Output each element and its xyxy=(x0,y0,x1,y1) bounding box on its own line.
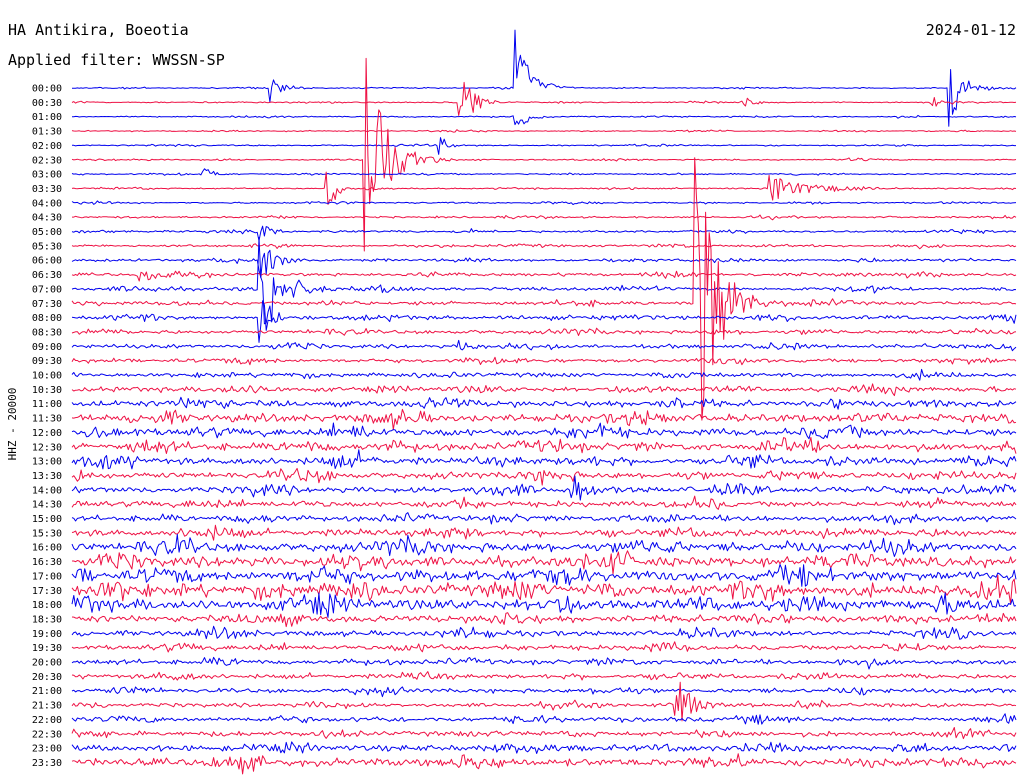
time-tick-label: 16:00 xyxy=(32,543,62,554)
time-tick-label: 11:30 xyxy=(32,414,62,425)
time-tick-label: 12:00 xyxy=(32,428,62,439)
time-tick-label: 13:30 xyxy=(32,471,62,482)
time-tick-label: 21:30 xyxy=(32,701,62,712)
time-tick-label: 08:30 xyxy=(32,327,62,338)
time-tick-label: 00:00 xyxy=(32,84,62,95)
time-tick-label: 23:30 xyxy=(32,758,62,769)
time-tick-label: 20:00 xyxy=(32,658,62,669)
time-tick-label: 20:30 xyxy=(32,672,62,683)
time-tick-label: 15:00 xyxy=(32,514,62,525)
time-tick-label: 12:30 xyxy=(32,442,62,453)
time-tick-label: 23:00 xyxy=(32,744,62,755)
channel-axis-label: HHZ - 20000 xyxy=(6,388,19,461)
time-tick-label: 02:00 xyxy=(32,141,62,152)
time-tick-label: 02:30 xyxy=(32,155,62,166)
time-tick-label: 14:30 xyxy=(32,500,62,511)
time-tick-label: 14:00 xyxy=(32,485,62,496)
time-tick-label: 03:30 xyxy=(32,184,62,195)
time-tick-label: 18:00 xyxy=(32,600,62,611)
time-tick-label: 11:00 xyxy=(32,399,62,410)
time-tick-label: 22:00 xyxy=(32,715,62,726)
time-tick-label: 17:30 xyxy=(32,586,62,597)
station-title: HA Antikira, Boeotia xyxy=(8,21,189,39)
time-tick-label: 21:00 xyxy=(32,686,62,697)
time-tick-label: 09:30 xyxy=(32,356,62,367)
time-tick-label: 10:30 xyxy=(32,385,62,396)
time-tick-label: 07:00 xyxy=(32,284,62,295)
time-tick-label: 08:00 xyxy=(32,313,62,324)
time-tick-label: 01:30 xyxy=(32,127,62,138)
time-tick-label: 00:30 xyxy=(32,98,62,109)
time-tick-label: 15:30 xyxy=(32,528,62,539)
time-tick-label: 18:30 xyxy=(32,614,62,625)
time-tick-label: 17:00 xyxy=(32,571,62,582)
time-tick-label: 04:00 xyxy=(32,198,62,209)
date-label: 2024-01-12 xyxy=(926,21,1016,39)
time-tick-label: 19:30 xyxy=(32,643,62,654)
time-tick-label: 06:00 xyxy=(32,256,62,267)
time-tick-label: 07:30 xyxy=(32,299,62,310)
time-tick-label: 19:00 xyxy=(32,629,62,640)
time-tick-label: 01:00 xyxy=(32,112,62,123)
filter-label: Applied filter: WWSSN-SP xyxy=(8,51,225,69)
time-tick-label: 10:00 xyxy=(32,371,62,382)
time-tick-label: 13:00 xyxy=(32,457,62,468)
helicorder-plot: HA Antikira, Boeotia 2024-01-12 Applied … xyxy=(0,0,1024,780)
time-tick-label: 05:30 xyxy=(32,241,62,252)
time-tick-label: 09:00 xyxy=(32,342,62,353)
time-tick-label: 03:00 xyxy=(32,170,62,181)
time-tick-label: 06:30 xyxy=(32,270,62,281)
time-tick-label: 05:00 xyxy=(32,227,62,238)
time-tick-label: 22:30 xyxy=(32,729,62,740)
time-tick-label: 16:30 xyxy=(32,557,62,568)
time-tick-label: 04:30 xyxy=(32,213,62,224)
